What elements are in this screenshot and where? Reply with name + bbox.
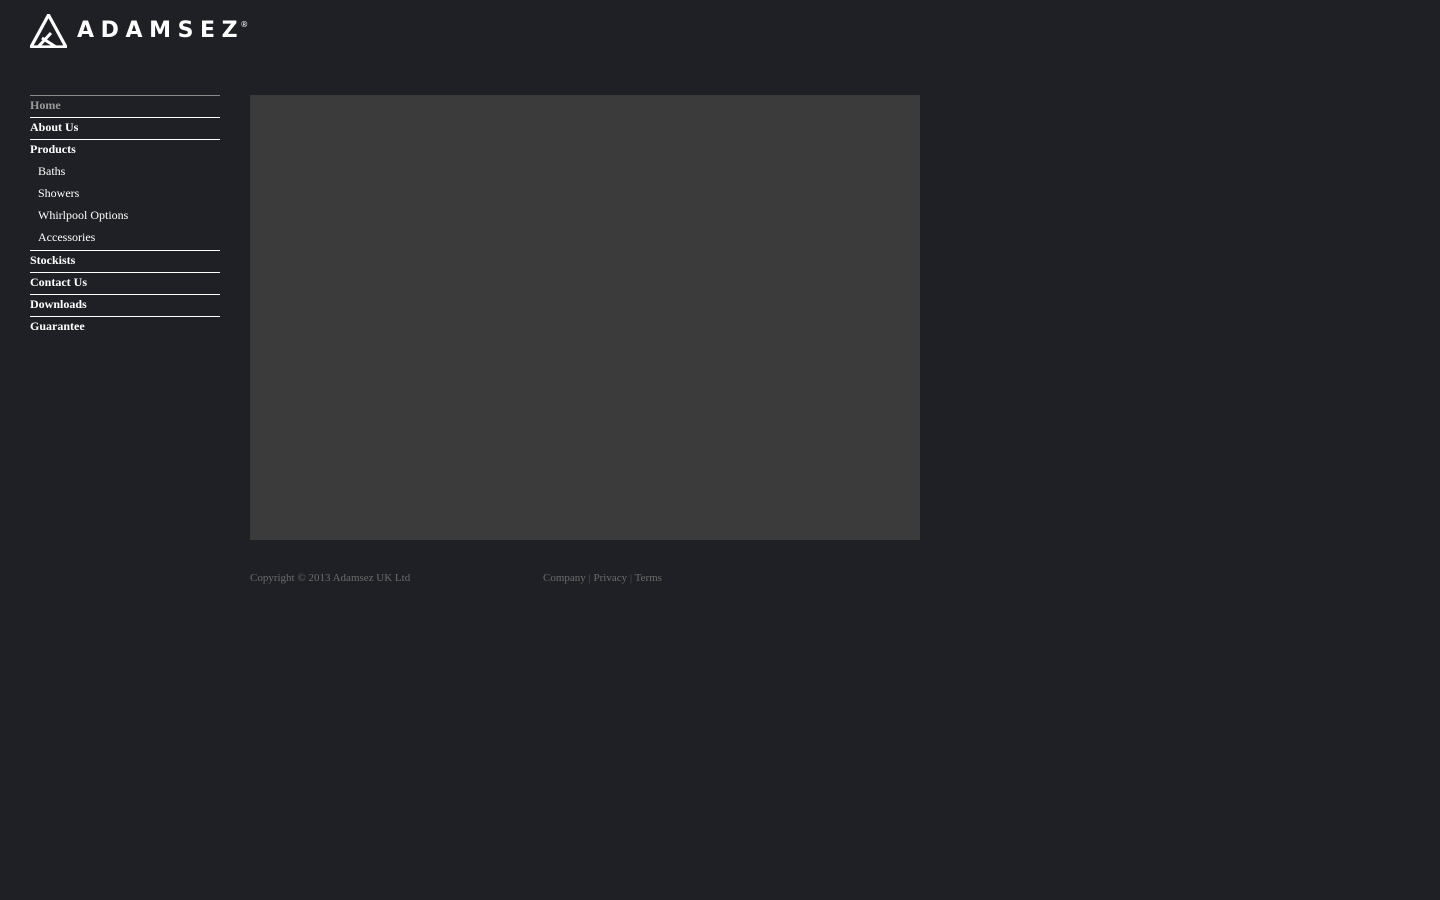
nav-link-stockists[interactable]: Stockists [30,251,220,272]
site-logo[interactable]: ADAMSEZ ® [30,14,248,48]
sidebar-nav: Home About Us Products Baths Showers Whi… [30,95,220,338]
products-submenu: Baths Showers Whirlpool Options Accessor… [30,161,220,250]
submenu-item-whirlpool-options: Whirlpool Options [30,205,220,227]
hero-image-area [250,95,920,540]
submenu-item-showers: Showers [30,183,220,205]
nav-item-products: Products Baths Showers Whirlpool Options… [30,139,220,250]
footer-separator: | [629,572,633,584]
nav-item-about-us: About Us [30,117,220,139]
logo-wordmark: ADAMSEZ [77,18,245,43]
nav-link-about-us[interactable]: About Us [30,118,220,139]
footer-link-terms[interactable]: Terms [635,572,662,584]
nav-link-contact-us[interactable]: Contact Us [30,273,220,294]
nav-link-products[interactable]: Products [30,140,220,161]
nav-item-downloads: Downloads [30,294,220,316]
submenu-item-accessories: Accessories [30,227,220,249]
submenu-link-showers[interactable]: Showers [30,183,220,205]
submenu-item-baths: Baths [30,161,220,183]
submenu-link-whirlpool-options[interactable]: Whirlpool Options [30,205,220,227]
nav-item-contact-us: Contact Us [30,272,220,294]
nav-link-home[interactable]: Home [30,96,220,117]
nav-link-downloads[interactable]: Downloads [30,295,220,316]
adamsez-triangle-logo-icon [30,14,67,48]
footer-link-company[interactable]: Company [543,572,586,584]
nav-item-guarantee: Guarantee [30,316,220,338]
submenu-link-baths[interactable]: Baths [30,161,220,183]
footer-links: Company | Privacy | Terms [543,571,662,585]
footer-link-privacy[interactable]: Privacy [593,572,627,584]
nav-link-guarantee[interactable]: Guarantee [30,317,220,338]
submenu-link-accessories[interactable]: Accessories [30,227,220,249]
nav-item-stockists: Stockists [30,250,220,272]
footer-separator: | [588,572,591,584]
footer: Copyright © 2013 Adamsez UK Ltd Company … [250,571,920,585]
copyright-text: Copyright © 2013 Adamsez UK Ltd [250,572,411,584]
nav-list: Home About Us Products Baths Showers Whi… [30,95,220,338]
nav-item-home: Home [30,95,220,117]
registered-mark: ® [240,20,249,29]
